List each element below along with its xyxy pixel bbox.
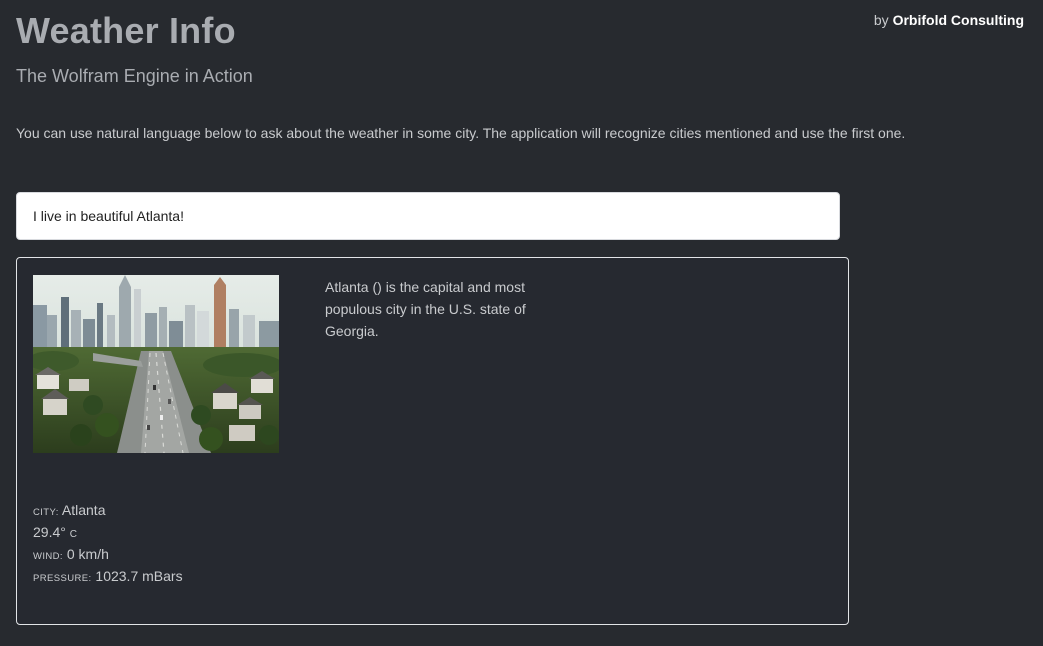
pressure-label: pressure: bbox=[33, 573, 92, 584]
temperature-value: 29.4° bbox=[33, 524, 66, 540]
weather-stats: city: Atlanta 29.4° c wind: 0 km/h press… bbox=[33, 499, 183, 587]
pressure-stat: pressure: 1023.7 mBars bbox=[33, 565, 183, 587]
intro-text: You can use natural language below to as… bbox=[16, 125, 906, 141]
city-photo-image bbox=[33, 275, 279, 453]
byline-company-link[interactable]: Orbifold Consulting bbox=[893, 12, 1024, 28]
city-label: city: bbox=[33, 507, 59, 518]
wind-label: wind: bbox=[33, 551, 63, 562]
temperature-unit: c bbox=[69, 529, 77, 540]
wind-stat: wind: 0 km/h bbox=[33, 543, 183, 565]
city-stat: city: Atlanta bbox=[33, 499, 183, 521]
byline-prefix: by bbox=[873, 12, 889, 28]
city-photo bbox=[33, 275, 279, 453]
page-title: Weather Info bbox=[16, 10, 236, 51]
weather-result-card: Atlanta () is the capital and most popul… bbox=[16, 257, 849, 625]
city-query-input[interactable] bbox=[16, 192, 840, 240]
pressure-value: 1023.7 mBars bbox=[95, 568, 183, 584]
city-description: Atlanta () is the capital and most popul… bbox=[325, 279, 526, 339]
temperature-stat: 29.4° c bbox=[33, 521, 183, 543]
city-value: Atlanta bbox=[61, 502, 106, 518]
page-subtitle: The Wolfram Engine in Action bbox=[16, 66, 253, 86]
weather-app-page: Weather Info The Wolfram Engine in Actio… bbox=[0, 0, 1043, 646]
wind-value: 0 km/h bbox=[66, 546, 109, 562]
byline: by Orbifold Consulting bbox=[874, 12, 1024, 28]
